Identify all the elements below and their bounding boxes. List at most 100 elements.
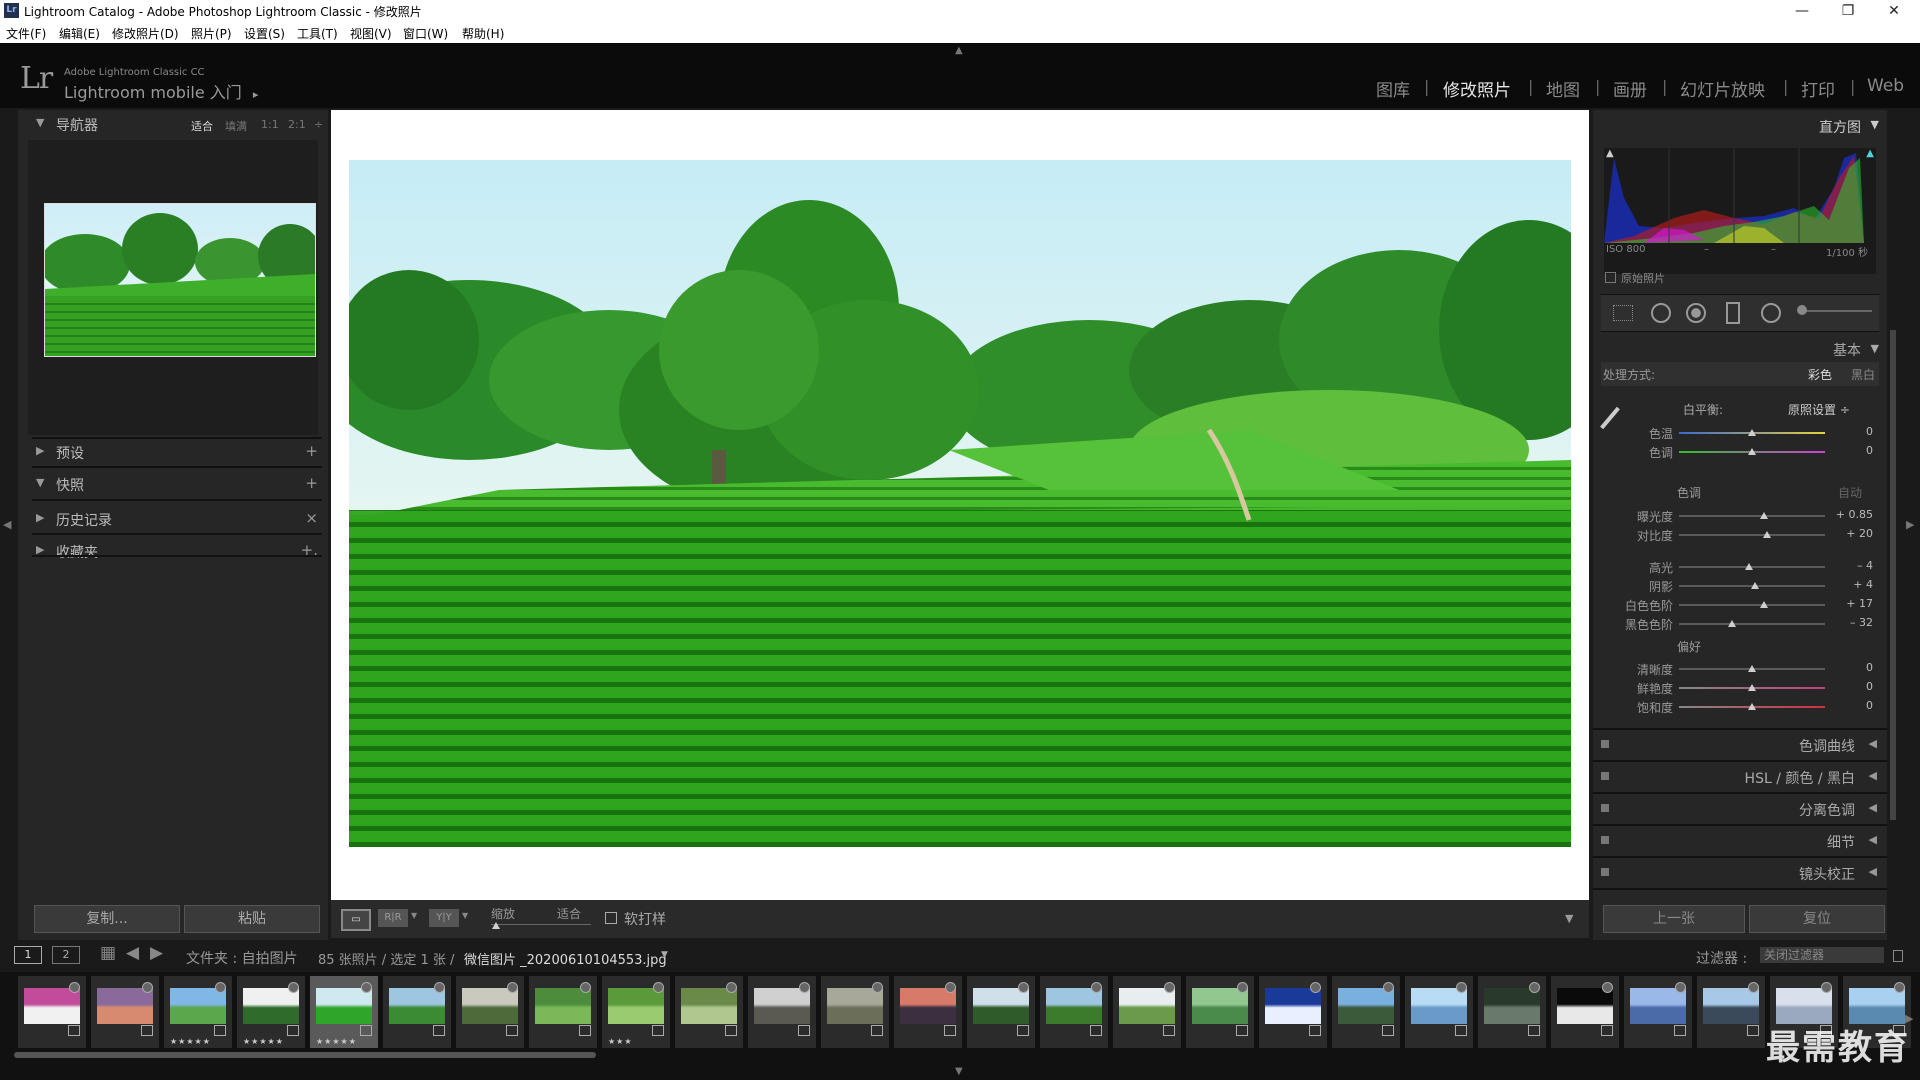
filmstrip-thumbnail[interactable]: [529, 976, 597, 1048]
collapse-top-icon[interactable]: ▲: [955, 45, 963, 56]
filmstrip-thumbnail[interactable]: [1332, 976, 1400, 1048]
highlight-clipping-icon[interactable]: ▲: [1866, 148, 1874, 159]
filmstrip-thumbnail[interactable]: [1697, 976, 1765, 1048]
red-eye-icon[interactable]: [1686, 303, 1706, 323]
flag-badge-icon[interactable]: [1821, 982, 1832, 993]
filmstrip-thumbnail[interactable]: [1624, 976, 1692, 1048]
wb-dropdown[interactable]: 原照设置 ÷: [1788, 401, 1850, 418]
zoom-slider-knob[interactable]: [492, 922, 500, 929]
flag-badge-icon[interactable]: [69, 982, 80, 993]
filmstrip-thumbnail[interactable]: [18, 976, 86, 1048]
treatment-color-option[interactable]: 彩色: [1808, 366, 1832, 383]
slider-track[interactable]: [1679, 534, 1825, 536]
basic-collapse-icon[interactable]: ▼: [1871, 342, 1879, 355]
previous-button[interactable]: 上一张: [1603, 905, 1745, 933]
flag-badge-icon[interactable]: [1529, 982, 1540, 993]
flag-badge-icon[interactable]: [872, 982, 883, 993]
slider-value[interactable]: 0: [1833, 425, 1873, 438]
slider-knob[interactable]: [1745, 563, 1754, 570]
menu-edit[interactable]: 编辑(E): [59, 25, 100, 42]
grid-view-icon[interactable]: ▦: [100, 943, 116, 963]
current-filename[interactable]: 微信图片 _20200610104553.jpg: [464, 949, 667, 968]
filmstrip-thumbnail[interactable]: [1551, 976, 1619, 1048]
add-preset-icon[interactable]: +: [305, 442, 318, 460]
panel-toggle-switch[interactable]: [1601, 772, 1609, 780]
menu-help[interactable]: 帮助(H): [462, 25, 504, 42]
menu-photo[interactable]: 照片(P): [191, 25, 232, 42]
slider-track[interactable]: [1679, 515, 1825, 517]
flag-badge-icon[interactable]: [653, 982, 664, 993]
flag-badge-icon[interactable]: [580, 982, 591, 993]
filmstrip-thumbnail[interactable]: ★★★★★: [237, 976, 305, 1048]
menu-file[interactable]: 文件(F): [6, 25, 46, 42]
zoom-fit-option[interactable]: 适合: [191, 118, 213, 134]
tone-auto-button[interactable]: 自动: [1838, 484, 1862, 501]
flag-badge-icon[interactable]: [1602, 982, 1613, 993]
copy-settings-button[interactable]: 复制...: [34, 905, 180, 933]
flag-badge-icon[interactable]: [215, 982, 226, 993]
slider-track[interactable]: [1679, 623, 1825, 625]
clear-history-icon[interactable]: ×: [305, 509, 318, 527]
dropdown-arrow-icon[interactable]: ▼: [411, 911, 417, 920]
flag-badge-icon[interactable]: [799, 982, 810, 993]
slider-knob[interactable]: [1750, 582, 1759, 589]
minimize-button[interactable]: —: [1780, 0, 1824, 22]
flag-badge-icon[interactable]: [1018, 982, 1029, 993]
filmstrip-thumbnail[interactable]: [1405, 976, 1473, 1048]
presets-header[interactable]: ▶ 预设 +: [18, 438, 328, 466]
filmstrip-thumbnail[interactable]: [1040, 976, 1108, 1048]
filmstrip-thumbnail[interactable]: ★★★★★: [310, 976, 378, 1048]
toolbar-expand-icon[interactable]: ▼: [1565, 912, 1573, 925]
panel-toggle-switch[interactable]: [1601, 804, 1609, 812]
module-print[interactable]: 打印: [1801, 76, 1835, 101]
lens-correction-section[interactable]: 镜头校正 ◀: [1593, 856, 1887, 888]
treatment-bw-option[interactable]: 黑白: [1851, 366, 1875, 383]
spot-removal-icon[interactable]: [1651, 303, 1671, 323]
main-window-button[interactable]: 1: [14, 946, 42, 964]
flag-badge-icon[interactable]: [1383, 982, 1394, 993]
paste-settings-button[interactable]: 粘贴: [184, 905, 320, 933]
slider-value[interactable]: + 17: [1833, 597, 1873, 610]
add-snapshot-icon[interactable]: +: [305, 474, 318, 492]
slider-value[interactable]: – 32: [1833, 616, 1873, 629]
back-arrow-icon[interactable]: ◀: [126, 943, 139, 963]
filmstrip-thumbnail[interactable]: ★★★: [602, 976, 670, 1048]
before-after-lr-button[interactable]: R|R: [378, 909, 408, 927]
filename-dropdown-icon[interactable]: ▼: [661, 950, 668, 960]
menu-view[interactable]: 视图(V): [350, 25, 392, 42]
module-slideshow[interactable]: 幻灯片放映: [1680, 76, 1765, 101]
slider-knob[interactable]: [1748, 665, 1756, 672]
flag-badge-icon[interactable]: [1164, 982, 1175, 993]
flag-badge-icon[interactable]: [142, 982, 153, 993]
flag-badge-icon[interactable]: [1456, 982, 1467, 993]
filter-dropdown[interactable]: 关闭过滤器: [1760, 947, 1884, 963]
left-panel-toggle-icon[interactable]: ◀: [3, 518, 11, 531]
slider-knob[interactable]: [1748, 448, 1756, 455]
zoom-1to1-option[interactable]: 1:1: [261, 118, 279, 131]
loupe-view-button[interactable]: ▭: [341, 909, 371, 931]
flag-badge-icon[interactable]: [507, 982, 518, 993]
flag-badge-icon[interactable]: [1310, 982, 1321, 993]
slider-value[interactable]: – 4: [1833, 559, 1873, 572]
flag-badge-icon[interactable]: [726, 982, 737, 993]
flag-badge-icon[interactable]: [1748, 982, 1759, 993]
flag-badge-icon[interactable]: [288, 982, 299, 993]
graduated-filter-icon[interactable]: [1726, 302, 1740, 324]
module-develop[interactable]: 修改照片: [1443, 76, 1511, 101]
menu-settings[interactable]: 设置(S): [244, 25, 285, 42]
filmstrip-thumbnail[interactable]: [821, 976, 889, 1048]
slider-knob[interactable]: [1748, 429, 1756, 436]
filmstrip-thumbnail[interactable]: [675, 976, 743, 1048]
slider-value[interactable]: + 20: [1833, 527, 1873, 540]
soft-proof-checkbox[interactable]: [605, 912, 617, 924]
flag-badge-icon[interactable]: [945, 982, 956, 993]
zoom-more-icon[interactable]: ÷: [314, 118, 323, 131]
filter-lock-icon[interactable]: [1893, 950, 1903, 962]
module-library[interactable]: 图库: [1376, 76, 1410, 101]
flag-badge-icon[interactable]: [1091, 982, 1102, 993]
shadow-clipping-icon[interactable]: ▲: [1606, 148, 1614, 159]
slider-value[interactable]: + 0.85: [1833, 508, 1873, 521]
flag-badge-icon[interactable]: [1675, 982, 1686, 993]
original-photo-checkbox[interactable]: [1605, 272, 1616, 283]
snapshots-header[interactable]: ▼ 快照 +: [18, 470, 328, 498]
